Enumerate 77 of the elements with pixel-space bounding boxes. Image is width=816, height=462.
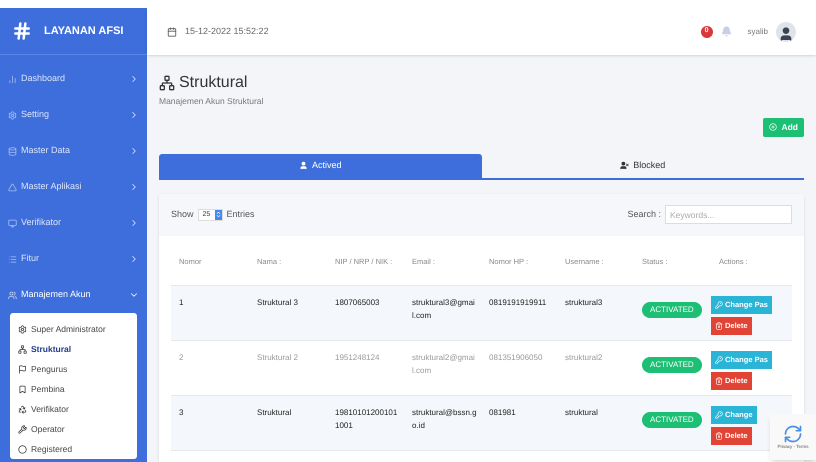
user-icon xyxy=(298,161,308,170)
menu-icon xyxy=(8,182,17,192)
submenu-item[interactable]: Registered xyxy=(10,439,137,459)
sidebar-menu-item[interactable]: Setting xyxy=(0,97,147,133)
page-subtitle: Manajemen Akun Struktural xyxy=(159,95,264,108)
table-cell-text: 081981 xyxy=(489,406,517,419)
key-icon xyxy=(715,410,723,419)
person-silhouette-icon xyxy=(778,26,794,42)
sidebar-menu-item[interactable]: Dashboard xyxy=(0,61,147,97)
table-cell-text: struktural2 xyxy=(565,352,604,364)
table-cell-text: struktural3 xyxy=(565,296,604,309)
trash-icon xyxy=(715,376,723,385)
menu-icon xyxy=(8,110,17,120)
brand-name: LAYANAN AFSI xyxy=(44,24,124,39)
submenu-icon xyxy=(18,364,27,374)
status-badge: ACTIVATED xyxy=(642,302,702,318)
user-icon xyxy=(620,161,630,170)
sidebar-menu-item[interactable]: Master Data xyxy=(0,133,147,169)
search-field[interactable]: Keywords... xyxy=(665,205,792,224)
table-cell-text: 0819191919911 xyxy=(489,296,548,309)
calendar-icon xyxy=(167,26,177,36)
menu-icon xyxy=(8,218,17,228)
submenu-item[interactable]: Pembina xyxy=(10,379,137,399)
key-icon xyxy=(715,300,723,309)
sidebar-menu-item[interactable]: Manajemen Akun xyxy=(0,277,147,313)
submenu-item[interactable]: Pengurus xyxy=(10,359,137,379)
table-cell-text: struktural xyxy=(565,406,599,419)
sidebar-menu-item[interactable]: Verifikator xyxy=(0,205,147,241)
table-cell-text: Struktural 2 xyxy=(257,352,299,364)
table-cell-text: Struktural 3 xyxy=(257,296,299,309)
table-cell-text: struktural2@gmail.com xyxy=(412,352,476,377)
plus-icon xyxy=(769,123,778,132)
submenu-item[interactable]: Verifikator xyxy=(10,399,137,419)
submenu-item[interactable]: Struktural xyxy=(10,339,137,359)
table-cell-text: 1951248124 xyxy=(335,352,380,364)
table-cell-text: Struktural xyxy=(257,406,292,419)
entries-label: Entries xyxy=(226,208,255,221)
submenu-icon xyxy=(18,324,27,334)
sidebar-menu-item[interactable]: Master Aplikasi xyxy=(0,169,147,205)
search-label: Search : xyxy=(627,208,661,221)
table-cell-text: struktural3@gmail.com xyxy=(412,296,476,322)
table-cell-text: 3 xyxy=(179,406,184,419)
menu-icon xyxy=(8,74,17,84)
show-label: Show xyxy=(171,208,194,221)
hash-logo-icon xyxy=(12,21,32,41)
trash-icon xyxy=(715,432,723,440)
trash-icon xyxy=(715,322,723,330)
table-cell-text: 1 xyxy=(179,296,184,309)
table-cell-text: struktural@bssn.go.id xyxy=(412,406,477,432)
submenu-item[interactable]: Super Administrator xyxy=(10,319,137,339)
menu-icon xyxy=(8,146,17,156)
table-cell-text: 198101012001011001 xyxy=(335,406,398,432)
hierarchy-icon xyxy=(159,75,175,91)
table-cell-text: 1807065003 xyxy=(335,296,380,309)
status-badge: ACTIVATED xyxy=(642,412,702,428)
table-cell-text: 2 xyxy=(179,352,184,364)
tab[interactable]: Blocked xyxy=(482,154,804,178)
status-badge: ACTIVATED xyxy=(642,356,702,373)
menu-icon xyxy=(8,290,17,300)
page-title: Struktural xyxy=(179,73,248,93)
username[interactable]: syalib xyxy=(748,26,768,38)
menu-icon xyxy=(8,254,17,264)
avatar[interactable] xyxy=(776,22,796,42)
add-button[interactable]: Add xyxy=(763,118,804,137)
recaptcha-icon xyxy=(783,424,803,444)
key-icon xyxy=(715,356,723,364)
submenu-item[interactable]: Operator xyxy=(10,419,137,439)
date-time: 15-12-2022 15:52:22 xyxy=(185,24,269,38)
tab[interactable]: Actived xyxy=(159,154,482,178)
table-cell-text: 081351906050 xyxy=(489,352,544,364)
submenu-icon xyxy=(18,444,27,454)
submenu-icon xyxy=(18,344,27,354)
submenu-icon xyxy=(18,404,27,414)
up-down-arrows-icon xyxy=(214,211,222,218)
submenu-icon xyxy=(18,424,27,434)
submenu-icon xyxy=(18,384,27,394)
sidebar-menu-item[interactable]: Fitur xyxy=(0,241,147,277)
